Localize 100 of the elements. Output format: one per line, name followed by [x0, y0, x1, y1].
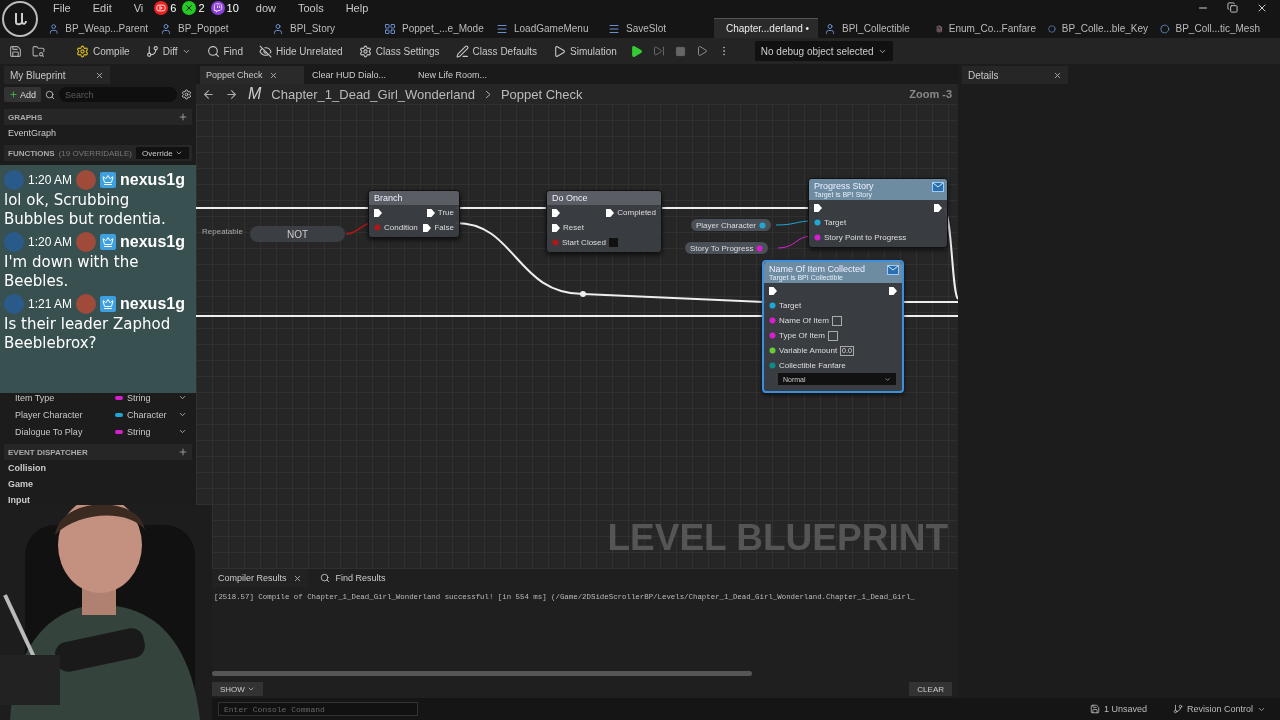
chat-username: nexus1g [120, 171, 185, 189]
toolbar-button[interactable]: Hide Unrelated [252, 41, 349, 61]
menu-item[interactable]: Vi [122, 2, 155, 14]
panel-tab[interactable]: My Blueprint [4, 66, 110, 84]
not-node[interactable]: NOT [250, 226, 345, 242]
graph-tab[interactable]: Poppet Check [200, 66, 304, 84]
pin-icon[interactable] [769, 332, 776, 339]
variable-name[interactable]: Player Character [15, 409, 115, 420]
panel-tab[interactable]: Details [962, 66, 1068, 84]
toolbar-button[interactable]: Simulation [547, 41, 623, 61]
console-field[interactable]: Enter Console Command [218, 702, 418, 716]
revision-control-button[interactable]: Revision Control [1166, 703, 1272, 715]
category-item[interactable]: Input [4, 492, 192, 508]
close-icon[interactable] [268, 70, 278, 80]
menu-item[interactable]: Edit [81, 2, 123, 14]
toolbar-button[interactable]: Diff [139, 41, 197, 61]
breadcrumb-item[interactable]: Chapter_1_Dead_Girl_Wonderland [271, 86, 475, 102]
clear-button[interactable]: CLEAR [909, 682, 952, 696]
exec-pin-icon[interactable] [374, 208, 382, 217]
toolbar-button[interactable]: Find [200, 41, 249, 61]
pin-label: Target [824, 218, 847, 227]
exec-pin-icon[interactable] [426, 208, 435, 217]
pin-label: Collectible Fanfare [779, 361, 846, 370]
graph-item[interactable]: EventGraph [4, 125, 192, 141]
pin-checkbox[interactable] [609, 238, 619, 247]
pin-icon[interactable] [814, 234, 821, 241]
pin-label: False [434, 223, 454, 232]
override-dropdown[interactable]: Override [136, 147, 189, 159]
add-icon[interactable] [178, 112, 188, 122]
pin-value-field[interactable] [827, 330, 838, 341]
restore-icon[interactable] [1227, 2, 1238, 13]
exec-pin-icon[interactable] [606, 208, 615, 217]
variable-name[interactable]: Dialogue To Play [15, 426, 115, 437]
document-tab[interactable]: BP_Poppet [154, 18, 266, 38]
exec-pin-icon[interactable] [889, 286, 897, 295]
scrollbar[interactable] [212, 671, 752, 676]
close-icon[interactable] [1053, 70, 1062, 80]
toolbar-button[interactable]: Class Defaults [449, 41, 544, 61]
blueprint-node[interactable]: Branch True Condition False [368, 190, 460, 238]
add-button[interactable]: Add [4, 87, 41, 102]
pin-icon[interactable] [769, 317, 776, 324]
document-tab[interactable]: BPI_Story [266, 18, 378, 38]
exec-pin-icon[interactable] [814, 203, 822, 212]
close-icon[interactable] [95, 70, 104, 80]
variable-type[interactable]: String [127, 392, 151, 403]
breadcrumb-item[interactable]: Poppet Check [500, 86, 583, 102]
forward-icon[interactable] [225, 87, 238, 101]
blueprint-node[interactable]: Do Once Completed Reset Start Closed [546, 190, 662, 253]
crown-icon [100, 172, 117, 188]
menu-item[interactable]: dow [244, 2, 287, 14]
back-icon[interactable] [202, 87, 215, 101]
pin-label: Variable Amount [779, 346, 838, 355]
variable-node[interactable]: Player Character [690, 218, 773, 232]
document-tab[interactable]: SaveSlot [602, 18, 714, 38]
exec-pin-icon[interactable] [552, 223, 560, 232]
pin-value-field[interactable] [831, 315, 842, 326]
x-icon [182, 1, 197, 15]
document-tab[interactable]: BP_Colle...ble_Key [1042, 18, 1154, 38]
variable-node[interactable]: Story To Progress [684, 241, 770, 255]
document-tab[interactable]: BP_Weap...Parent [42, 18, 154, 38]
pin-icon[interactable] [814, 219, 821, 226]
menu-item[interactable]: Help [334, 2, 380, 14]
exec-pin-icon[interactable] [423, 223, 432, 232]
close-icon[interactable] [1256, 2, 1268, 14]
unsaved-button[interactable]: 1 Unsaved [1083, 703, 1153, 715]
menu-item[interactable]: File [42, 2, 82, 14]
list-icon [608, 22, 620, 35]
variable-type[interactable]: Character [127, 409, 167, 420]
add-icon[interactable] [178, 447, 188, 457]
document-tab[interactable]: BPI_Collectible [818, 18, 930, 38]
exec-pin-icon[interactable] [769, 286, 777, 295]
pin-icon[interactable] [769, 347, 776, 354]
document-tab[interactable]: BP_Coll...tic_Mesh [1154, 18, 1266, 38]
toolbar-button[interactable]: Compile [70, 41, 136, 61]
search-field[interactable]: Search [59, 87, 177, 102]
show-button[interactable]: SHOW [212, 682, 263, 696]
pin-icon[interactable] [769, 302, 776, 309]
debug-object-dropdown[interactable]: No debug object selected [754, 41, 893, 61]
results-tab[interactable]: Find Results [313, 569, 392, 587]
exec-pin-icon[interactable] [934, 203, 942, 212]
variable-name[interactable]: Item Type [15, 392, 115, 403]
category-item[interactable]: Game [4, 476, 192, 492]
chat-icon [210, 1, 225, 15]
menu-item[interactable]: Tools [287, 2, 335, 14]
close-icon[interactable] [292, 573, 302, 583]
section-title: FUNCTIONS [8, 148, 55, 158]
toolbar-button[interactable]: Class Settings [352, 41, 446, 61]
variable-type[interactable]: String [127, 426, 151, 437]
pin-icon[interactable] [759, 221, 767, 229]
graph-tab[interactable]: New Life Room... [412, 66, 516, 84]
category-item[interactable]: Collision [4, 460, 192, 476]
settings-icon[interactable] [181, 89, 192, 100]
person-icon [48, 22, 60, 35]
document-tab[interactable]: Chapter...derland • [714, 18, 818, 38]
graph-tab[interactable]: Clear HUD Dialo... [306, 66, 410, 84]
document-tab[interactable]: Enum_Co...Fanfare [930, 18, 1042, 38]
document-tab[interactable]: LoadGameMenu [490, 18, 602, 38]
exec-pin-icon[interactable] [552, 208, 560, 217]
document-tab[interactable]: Poppet_...e_Mode [378, 18, 490, 38]
pin-icon[interactable] [769, 362, 776, 369]
